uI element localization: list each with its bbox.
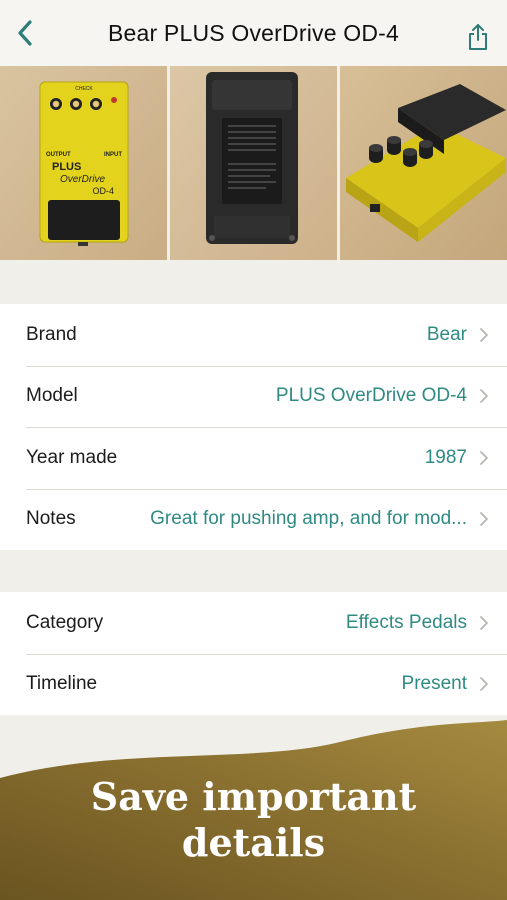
- chevron-right-icon: [480, 389, 488, 404]
- check-label: CHECK: [75, 86, 93, 92]
- chevron-right-icon: [480, 615, 488, 630]
- chevron-right-icon: [480, 327, 488, 342]
- notes-value: Great for pushing amp, and for mod...: [150, 508, 467, 530]
- category-row[interactable]: Category Effects Pedals: [0, 592, 507, 654]
- pedal-brand-print: PLUS: [52, 161, 81, 173]
- timeline-row[interactable]: Timeline Present: [0, 653, 507, 716]
- notes-label: Notes: [26, 508, 76, 530]
- photo-gallery: CHECK OUTPUT INPUT PLUS OverDrive OD-4: [0, 66, 507, 260]
- banner-headline: Save important details: [0, 774, 507, 866]
- share-button[interactable]: [463, 22, 493, 52]
- back-button[interactable]: [8, 16, 42, 50]
- pedal-code-print: OD-4: [92, 186, 114, 196]
- page-title: Bear PLUS OverDrive OD-4: [107, 20, 400, 46]
- year-row[interactable]: Year made 1987: [0, 427, 507, 489]
- share-icon: [469, 24, 487, 50]
- brand-label: Brand: [26, 323, 77, 345]
- model-value: PLUS OverDrive OD-4: [275, 385, 467, 407]
- pedal-angle-photo[interactable]: [340, 66, 507, 260]
- category-label: Category: [26, 611, 104, 633]
- timeline-value: Present: [401, 673, 467, 695]
- classification-list: Category Effects Pedals Timeline Present: [0, 592, 507, 715]
- pedal-front-photo[interactable]: CHECK OUTPUT INPUT PLUS OverDrive OD-4: [0, 66, 167, 260]
- timeline-label: Timeline: [26, 673, 98, 695]
- chevron-left-icon: [18, 20, 32, 46]
- chevron-right-icon: [480, 512, 488, 527]
- pedal-back-photo[interactable]: [170, 66, 337, 260]
- brand-row[interactable]: Brand Bear: [0, 304, 507, 366]
- promo-banner: Save important details: [0, 720, 507, 900]
- chevron-right-icon: [480, 450, 488, 465]
- chevron-right-icon: [480, 677, 488, 692]
- navigation-bar: Bear PLUS OverDrive OD-4: [0, 0, 507, 66]
- notes-row[interactable]: Notes Great for pushing amp, and for mod…: [0, 488, 507, 551]
- details-list: Brand Bear Model PLUS OverDrive OD-4 Yea…: [0, 304, 507, 550]
- banner-line-1: Save important: [90, 774, 417, 819]
- year-value: 1987: [424, 446, 467, 468]
- input-label: INPUT: [104, 152, 122, 158]
- year-label: Year made: [26, 446, 118, 468]
- pedal-model-print: OverDrive: [60, 174, 105, 185]
- model-row[interactable]: Model PLUS OverDrive OD-4: [0, 365, 507, 428]
- model-label: Model: [26, 385, 78, 407]
- banner-line-2: details: [181, 820, 326, 865]
- output-label: OUTPUT: [46, 152, 71, 158]
- category-value: Effects Pedals: [345, 611, 467, 633]
- brand-value: Bear: [426, 323, 467, 345]
